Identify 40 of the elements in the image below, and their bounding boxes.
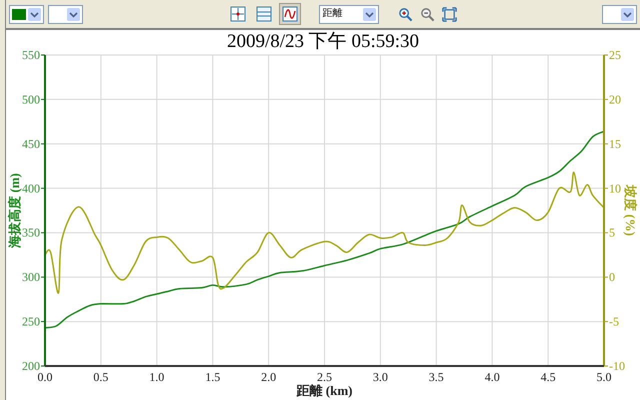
x-tick-label: 0.0 [38, 370, 52, 384]
x-tick-label: 2.5 [317, 370, 332, 384]
dropdown[interactable] [48, 4, 83, 24]
y2-tick-label: 5 [609, 226, 615, 240]
zoom-out-icon[interactable] [418, 5, 436, 23]
x-tick-label: 1.5 [205, 370, 220, 384]
axis-dropdown[interactable]: 距離 [318, 4, 378, 24]
dropdown[interactable] [602, 4, 637, 24]
y-tick-label: 250 [22, 314, 40, 329]
y2-tick-label: 20 [609, 92, 621, 106]
y2-tick-label: -10 [609, 359, 625, 373]
zoom-in-icon[interactable] [396, 5, 414, 23]
x-tick-label: 3.5 [428, 370, 444, 384]
y2-tick-label: 15 [609, 136, 621, 151]
curve-view-button[interactable] [278, 3, 300, 25]
fit-frame-icon[interactable] [440, 5, 458, 23]
y-tick-label: 400 [22, 181, 40, 196]
chart-title: 2009/8/23 下午 05:59:30 [226, 30, 420, 54]
dropdown-value: 距離 [322, 8, 344, 20]
y-tick-label: 350 [22, 226, 40, 240]
y-tick-label: 450 [22, 136, 40, 151]
x-tick-label: 2.0 [261, 370, 276, 384]
y-tick-label: 500 [22, 92, 40, 106]
y2-tick-label: 0 [609, 270, 615, 284]
y-tick-label: 550 [22, 48, 40, 62]
y-tick-label: 200 [22, 359, 40, 373]
y2-tick-label: 25 [609, 48, 621, 62]
y-axis-title: 海拔高度 (m) [7, 173, 22, 248]
y2-tick-label: 10 [609, 181, 621, 196]
y2-axis-title: 坡度 (%) [623, 185, 638, 236]
x-tick-label: 4.5 [540, 370, 556, 384]
x-tick-label: 0.5 [93, 370, 108, 384]
x-tick-label: 3.0 [372, 370, 388, 384]
x-tick-label: 5.0 [596, 370, 612, 384]
x-axis-title: 距離 (km) [296, 383, 352, 398]
color-dropdown[interactable] [9, 4, 44, 24]
y-tick-label: 300 [22, 270, 40, 284]
x-tick-label: 1.0 [149, 370, 164, 384]
x-tick-label: 4.0 [484, 370, 500, 384]
y2-tick-label: -5 [609, 314, 619, 329]
